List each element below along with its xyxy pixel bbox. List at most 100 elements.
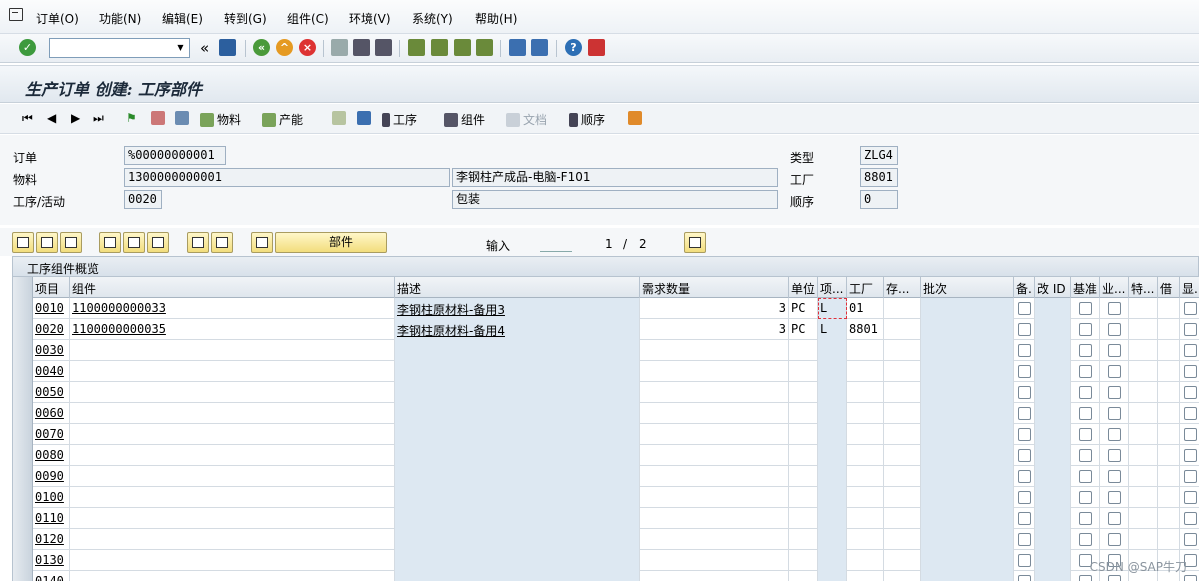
item-cell[interactable]: 0140 — [33, 571, 70, 581]
checkbox[interactable] — [1079, 302, 1092, 315]
next-page-icon[interactable] — [454, 39, 471, 56]
chevron-down-icon[interactable]: ▼ — [174, 41, 187, 55]
item-category-cell[interactable] — [818, 487, 847, 508]
plant-cell[interactable] — [847, 340, 884, 361]
checkbox[interactable] — [1018, 470, 1031, 483]
component-cell[interactable] — [70, 445, 395, 466]
unit-cell[interactable] — [789, 424, 818, 445]
item-cell[interactable]: 0130 — [33, 550, 70, 571]
item-category-cell[interactable] — [818, 529, 847, 550]
quantity-cell[interactable] — [640, 550, 789, 571]
next-item-icon[interactable]: ▶ — [71, 111, 80, 125]
menu-order[interactable]: 订单(O) — [36, 10, 79, 27]
batch-cell[interactable] — [921, 571, 1014, 581]
item-category-cell[interactable] — [818, 424, 847, 445]
component-cell[interactable] — [70, 382, 395, 403]
checkbox[interactable] — [1079, 344, 1092, 357]
batch-cell[interactable] — [921, 529, 1014, 550]
component-cell[interactable] — [70, 487, 395, 508]
unit-cell[interactable] — [789, 508, 818, 529]
storage-cell[interactable] — [884, 445, 921, 466]
parts-button[interactable]: 部件 — [275, 232, 387, 253]
previous-page-icon[interactable] — [431, 39, 448, 56]
plant-cell[interactable] — [847, 529, 884, 550]
description-cell[interactable] — [395, 550, 640, 571]
checkbox[interactable] — [1018, 533, 1031, 546]
description-cell[interactable] — [395, 571, 640, 581]
plant-cell[interactable] — [847, 550, 884, 571]
unit-cell[interactable] — [789, 487, 818, 508]
status-icon[interactable] — [151, 111, 165, 125]
item-cell[interactable]: 0040 — [33, 361, 70, 382]
sequence-field[interactable]: 0 — [860, 190, 898, 209]
description-cell[interactable]: 李钢柱原材料-备用3 — [395, 298, 640, 319]
row-selector[interactable] — [13, 571, 33, 581]
command-field[interactable]: ▼ — [49, 38, 190, 58]
row-selector[interactable] — [13, 319, 33, 340]
checkbox[interactable] — [1079, 323, 1092, 336]
component-cell[interactable] — [70, 361, 395, 382]
column-header[interactable]: 借 — [1158, 277, 1180, 298]
unit-cell[interactable] — [789, 361, 818, 382]
quantity-cell[interactable] — [640, 466, 789, 487]
component-cell[interactable] — [70, 340, 395, 361]
checkbox[interactable] — [1108, 470, 1121, 483]
unit-cell[interactable] — [789, 550, 818, 571]
description-cell[interactable]: 李钢柱原材料-备用4 — [395, 319, 640, 340]
checkbox[interactable] — [1018, 407, 1031, 420]
row-selector[interactable] — [13, 445, 33, 466]
checkbox[interactable] — [1079, 533, 1092, 546]
plant-cell[interactable] — [847, 466, 884, 487]
quantity-cell[interactable] — [640, 361, 789, 382]
checkbox[interactable] — [1184, 449, 1197, 462]
quantity-cell[interactable] — [640, 340, 789, 361]
quantity-cell[interactable] — [640, 424, 789, 445]
item-cell[interactable]: 0020 — [33, 319, 70, 340]
description-cell[interactable] — [395, 466, 640, 487]
checkbox[interactable] — [1184, 491, 1197, 504]
checkbox[interactable] — [1108, 575, 1121, 581]
page-nav-icon[interactable] — [684, 232, 706, 253]
unit-cell[interactable] — [789, 382, 818, 403]
column-header[interactable]: 批次 — [921, 277, 1014, 298]
quantity-cell[interactable] — [640, 445, 789, 466]
checkbox[interactable] — [1184, 575, 1197, 581]
resources-icon[interactable] — [357, 111, 371, 125]
checkbox[interactable] — [1184, 302, 1197, 315]
storage-cell[interactable] — [884, 529, 921, 550]
item-category-cell[interactable] — [818, 361, 847, 382]
operation-button[interactable]: 工序 — [382, 111, 417, 128]
batch-cell[interactable] — [921, 424, 1014, 445]
menu-environment[interactable]: 环境(V) — [349, 10, 391, 27]
checkbox[interactable] — [1184, 470, 1197, 483]
row-selector[interactable] — [13, 403, 33, 424]
column-header[interactable]: 描述 — [395, 277, 640, 298]
hierarchy-icon[interactable] — [332, 111, 346, 125]
checkbox[interactable] — [1018, 575, 1031, 581]
plant-cell[interactable] — [847, 571, 884, 581]
page-current[interactable]: 1 — [605, 237, 613, 251]
save-icon[interactable] — [219, 39, 236, 56]
plant-cell[interactable] — [847, 424, 884, 445]
checkbox[interactable] — [1018, 302, 1031, 315]
row-selector[interactable] — [13, 382, 33, 403]
help-icon[interactable]: ? — [565, 39, 582, 56]
storage-cell[interactable] — [884, 382, 921, 403]
column-header[interactable]: 组件 — [70, 277, 395, 298]
description-cell[interactable] — [395, 424, 640, 445]
plant-cell[interactable] — [847, 508, 884, 529]
checkbox[interactable] — [1108, 449, 1121, 462]
item-category-cell[interactable] — [818, 445, 847, 466]
row-selector[interactable] — [13, 424, 33, 445]
storage-cell[interactable] — [884, 487, 921, 508]
material-field[interactable]: 1300000000001 — [124, 168, 450, 187]
shortcut-icon[interactable] — [531, 39, 548, 56]
component-button[interactable]: 组件 — [444, 111, 485, 128]
batch-cell[interactable] — [921, 445, 1014, 466]
quantity-cell[interactable]: 3 — [640, 298, 789, 319]
row-selector[interactable] — [13, 340, 33, 361]
type-field[interactable]: ZLG4 — [860, 146, 898, 165]
column-header[interactable]: 存... — [884, 277, 921, 298]
column-header[interactable]: 单位 — [789, 277, 818, 298]
back-icon[interactable]: « — [253, 39, 270, 56]
